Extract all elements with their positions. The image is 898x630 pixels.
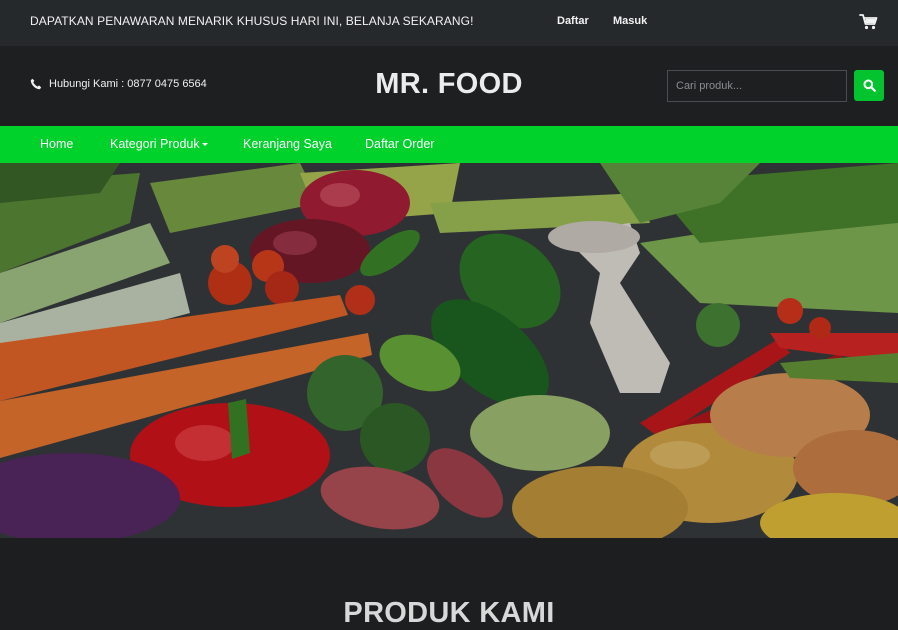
section-title: PRODUK KAMI: [343, 597, 555, 629]
products-section: PRODUK KAMI: [0, 538, 898, 630]
vegetables-image: [0, 163, 898, 538]
contact-info: Hubungi Kami : 0877 0475 6564: [30, 78, 207, 90]
search-input[interactable]: [667, 70, 847, 102]
register-link[interactable]: Daftar: [557, 15, 589, 27]
search-button[interactable]: [854, 70, 884, 101]
search-icon: [863, 79, 876, 92]
top-bar: DAPATKAN PENAWARAN MENARIK KHUSUS HARI I…: [0, 0, 898, 46]
header: Hubungi Kami : 0877 0475 6564 MR. FOOD: [0, 46, 898, 126]
brand-text[interactable]: MR. FOOD: [375, 68, 522, 100]
nav-item-keranjang-saya[interactable]: Keranjang Saya: [243, 137, 332, 151]
promo-text: DAPATKAN PENAWARAN MENARIK KHUSUS HARI I…: [30, 14, 474, 28]
phone-icon: [30, 78, 42, 90]
nav-item-home[interactable]: Home: [40, 137, 73, 151]
login-link[interactable]: Masuk: [613, 15, 647, 27]
nav-item-daftar-order[interactable]: Daftar Order: [365, 137, 434, 151]
main-nav: Home Kategori Produk Keranjang Saya Daft…: [0, 126, 898, 163]
caret-down-icon: [201, 143, 208, 147]
nav-item-label: Kategori Produk: [110, 137, 200, 151]
nav-item-kategori-produk[interactable]: Kategori Produk: [110, 137, 208, 151]
contact-text: Hubungi Kami : 0877 0475 6564: [49, 78, 207, 90]
hero-banner: [0, 163, 898, 538]
cart-icon[interactable]: [858, 11, 880, 33]
